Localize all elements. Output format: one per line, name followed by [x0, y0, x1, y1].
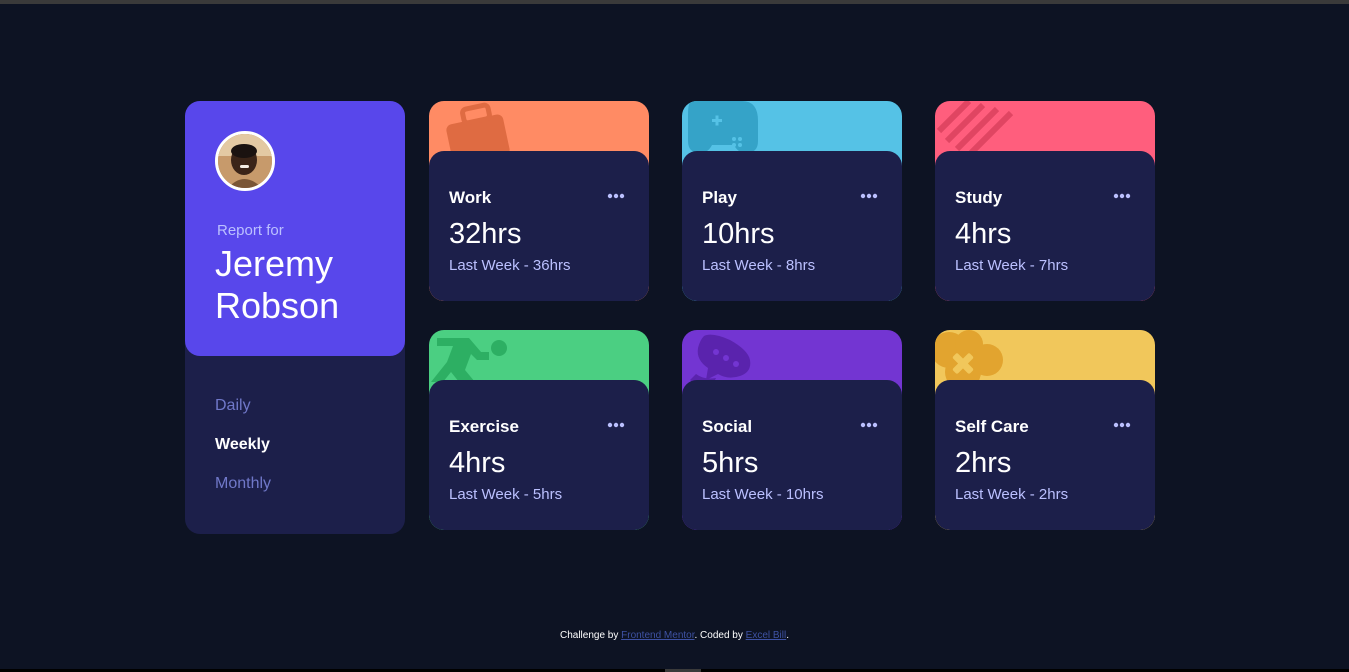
card-work-title: Work	[449, 188, 492, 207]
card-play-body: Play 10hrs Last Week - 8hrs	[682, 151, 902, 301]
card-exercise-previous: Last Week - 5hrs	[449, 486, 563, 503]
more-options-icon[interactable]	[607, 193, 625, 199]
footer-prefix: Challenge by	[559, 630, 622, 641]
card-self-care-previous: Last Week - 2hrs	[955, 486, 1069, 503]
card-play: Play 10hrs Last Week - 8hrs	[682, 101, 902, 301]
card-social-previous: Last Week - 10hrs	[702, 486, 824, 503]
card-work: Work 32hrs Last Week - 36hrs	[429, 101, 649, 301]
frontend-mentor-link[interactable]: Frontend Mentor	[621, 630, 694, 641]
card-social-current: 5hrs	[702, 447, 759, 479]
user-name: Jeremy Robson	[215, 243, 340, 326]
author-link[interactable]: Excel Bill	[746, 630, 787, 641]
card-social-title: Social	[702, 417, 753, 436]
profile-card: Report for Jeremy Robson Daily Weekly Mo…	[185, 101, 405, 534]
more-options-icon[interactable]	[860, 422, 878, 428]
card-social: Social 5hrs Last Week - 10hrs	[682, 330, 902, 530]
card-work-current: 32hrs	[449, 218, 522, 250]
more-options-icon[interactable]	[607, 422, 625, 428]
browser-top-border	[0, 0, 1349, 4]
card-self-care-current: 2hrs	[955, 447, 1012, 479]
period-weekly[interactable]: Weekly	[215, 436, 271, 454]
card-study-body: Study 4hrs Last Week - 7hrs	[935, 151, 1155, 301]
period-monthly[interactable]: Monthly	[215, 475, 271, 493]
card-self-care-body: Self Care 2hrs Last Week - 2hrs	[935, 380, 1155, 530]
card-play-previous: Last Week - 8hrs	[702, 257, 816, 274]
footer-suffix: .	[786, 630, 790, 641]
period-daily[interactable]: Daily	[215, 397, 271, 415]
card-social-body: Social 5hrs Last Week - 10hrs	[682, 380, 902, 530]
more-options-icon[interactable]	[1113, 422, 1131, 428]
card-study-current: 4hrs	[955, 218, 1012, 250]
avatar	[215, 131, 275, 191]
footer-middle: . Coded by	[694, 630, 746, 641]
card-study-title: Study	[955, 188, 1003, 207]
card-exercise-title: Exercise	[449, 417, 519, 436]
card-work-body: Work 32hrs Last Week - 36hrs	[429, 151, 649, 301]
card-exercise-body: Exercise 4hrs Last Week - 5hrs	[429, 380, 649, 530]
card-play-title: Play	[702, 188, 737, 207]
attribution-footer: Challenge by Frontend Mentor. Coded by E…	[0, 630, 1349, 641]
profile-header: Report for Jeremy Robson	[185, 101, 405, 356]
card-self-care: Self Care 2hrs Last Week - 2hrs	[935, 330, 1155, 530]
period-selector: Daily Weekly Monthly	[215, 397, 271, 514]
card-study: Study 4hrs Last Week - 7hrs	[935, 101, 1155, 301]
report-for-label: Report for	[217, 222, 284, 239]
card-exercise: Exercise 4hrs Last Week - 5hrs	[429, 330, 649, 530]
more-options-icon[interactable]	[860, 193, 878, 199]
card-study-previous: Last Week - 7hrs	[955, 257, 1069, 274]
card-exercise-current: 4hrs	[449, 447, 506, 479]
card-work-previous: Last Week - 36hrs	[449, 257, 571, 274]
more-options-icon[interactable]	[1113, 193, 1131, 199]
card-play-current: 10hrs	[702, 218, 775, 250]
card-self-care-title: Self Care	[955, 417, 1029, 436]
